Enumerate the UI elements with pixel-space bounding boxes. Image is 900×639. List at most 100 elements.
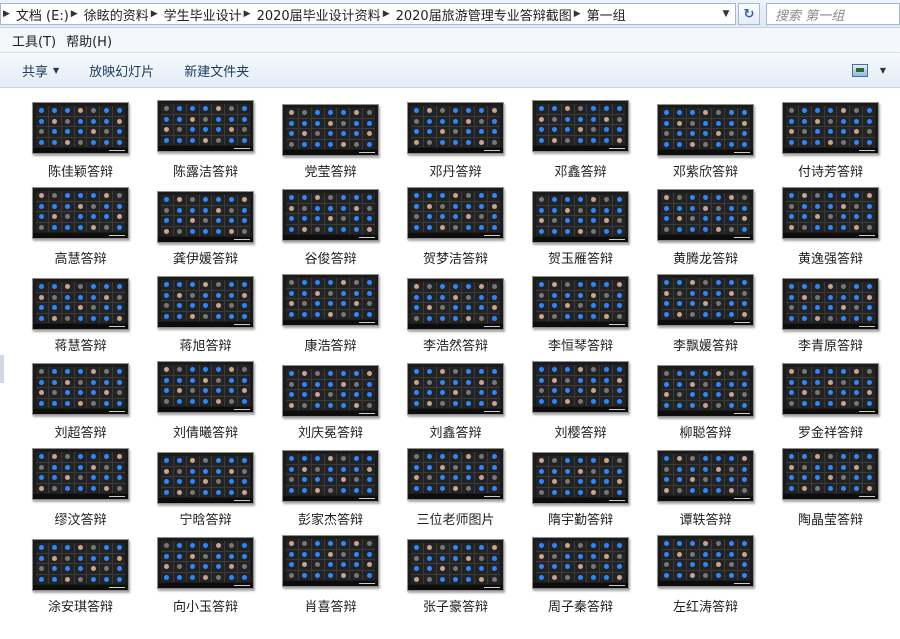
file-item[interactable]: 黄逸强答辩 (768, 184, 893, 271)
file-item[interactable]: 邓紫欣答辩 (643, 97, 768, 184)
image-thumbnail (157, 276, 254, 328)
image-thumbnail (282, 189, 379, 241)
file-item[interactable]: 缪汶答辩 (18, 445, 143, 532)
file-item[interactable]: 张子豪答辩 (393, 532, 518, 619)
file-list-pane[interactable]: 陈佳颖答辩 陈露洁答辩 党莹答辩 邓丹答辩 邓鑫答辩 邓紫欣答辩 付诗芳答辩高慧答辩 龚伊媛答… (0, 89, 900, 639)
change-view-button[interactable]: ▼ (851, 64, 886, 77)
breadcrumb-arrow-icon[interactable]: ▶ (1, 9, 16, 19)
navigation-pane-edge[interactable] (0, 355, 4, 383)
image-thumbnail (532, 537, 629, 589)
file-item[interactable]: 蒋旭答辩 (143, 271, 268, 358)
file-item[interactable]: 宁晗答辩 (143, 445, 268, 532)
image-thumbnail (657, 365, 754, 417)
file-name: 刘庆冕答辩 (297, 426, 363, 441)
file-item[interactable]: 贺梦洁答辩 (393, 184, 518, 271)
address-history-dropdown-icon[interactable]: ▼ (717, 4, 735, 24)
file-item[interactable]: 谭轶答辩 (643, 445, 768, 532)
image-thumbnail (157, 100, 254, 152)
file-item[interactable]: 李飘媛答辩 (643, 271, 768, 358)
file-item[interactable]: 邓鑫答辩 (518, 97, 643, 184)
image-thumbnail (782, 448, 879, 500)
file-item[interactable]: 刘鑫答辩 (393, 358, 518, 445)
breadcrumb-item[interactable]: 徐眩的资料 (84, 5, 149, 24)
file-item[interactable]: 涂安琪答辩 (18, 532, 143, 619)
file-name: 李浩然答辩 (422, 339, 488, 354)
file-item[interactable]: 周子秦答辩 (518, 532, 643, 619)
file-name: 涂安琪答辩 (47, 600, 113, 615)
file-item[interactable]: 柳聪答辩 (643, 358, 768, 445)
file-grid: 陈佳颖答辩 陈露洁答辩 党莹答辩 邓丹答辩 邓鑫答辩 邓紫欣答辩 付诗芳答辩高慧答辩 龚伊媛答… (18, 97, 898, 619)
breadcrumb-item[interactable]: 2020届毕业设计资料 (257, 5, 381, 24)
file-name: 柳聪答辩 (679, 426, 732, 441)
chevron-down-icon: ▼ (879, 66, 886, 75)
file-name: 高慧答辩 (54, 252, 107, 267)
image-thumbnail (532, 191, 629, 243)
file-item[interactable]: 陈露洁答辩 (143, 97, 268, 184)
file-item[interactable]: 党莹答辩 (268, 97, 393, 184)
menu-help[interactable]: 帮助(H) (62, 31, 116, 50)
search-placeholder: 搜索 第一组 (775, 8, 845, 24)
file-item[interactable]: 李恒琴答辩 (518, 271, 643, 358)
image-thumbnail (407, 278, 504, 330)
search-input[interactable]: 搜索 第一组 (766, 3, 900, 25)
file-name: 付诗芳答辩 (797, 165, 863, 180)
image-thumbnail (32, 187, 129, 239)
file-name: 彭家杰答辩 (297, 513, 363, 528)
file-name: 三位老师图片 (416, 513, 495, 528)
file-item[interactable]: 陈佳颖答辩 (18, 97, 143, 184)
share-button[interactable]: 共享 ▼ (22, 61, 59, 80)
file-name: 左红涛答辩 (672, 600, 738, 615)
file-item[interactable]: 肖喜答辩 (268, 532, 393, 619)
file-item[interactable]: 贺玉雁答辩 (518, 184, 643, 271)
file-item[interactable]: 康浩答辩 (268, 271, 393, 358)
file-name: 蒋旭答辩 (179, 339, 232, 354)
file-item[interactable]: 高慧答辩 (18, 184, 143, 271)
breadcrumb-item[interactable]: 2020届旅游管理专业答辩截图 (396, 5, 572, 24)
file-item[interactable]: 李浩然答辩 (393, 271, 518, 358)
file-item[interactable]: 向小玉答辩 (143, 532, 268, 619)
file-item[interactable]: 黄腾龙答辩 (643, 184, 768, 271)
breadcrumb-item[interactable]: 第一组 (587, 5, 626, 24)
breadcrumb-item[interactable]: 学生毕业设计 (164, 5, 242, 24)
file-item[interactable]: 陶晶莹答辩 (768, 445, 893, 532)
file-name: 刘超答辩 (54, 426, 107, 441)
breadcrumb-arrow-icon[interactable]: ▶ (149, 9, 164, 19)
image-thumbnail (157, 361, 254, 413)
file-name: 邓丹答辩 (429, 165, 482, 180)
image-thumbnail (32, 102, 129, 154)
breadcrumb-arrow-icon[interactable]: ▶ (69, 9, 84, 19)
file-item[interactable]: 刘樱答辩 (518, 358, 643, 445)
file-item[interactable]: 三位老师图片 (393, 445, 518, 532)
file-item[interactable]: 邓丹答辩 (393, 97, 518, 184)
file-item[interactable]: 付诗芳答辩 (768, 97, 893, 184)
breadcrumb-arrow-icon[interactable]: ▶ (242, 9, 257, 19)
file-item[interactable]: 龚伊媛答辩 (143, 184, 268, 271)
file-name: 黄腾龙答辩 (672, 252, 738, 267)
image-thumbnail (782, 187, 879, 239)
image-thumbnail (407, 363, 504, 415)
new-folder-button[interactable]: 新建文件夹 (184, 61, 249, 80)
address-bar[interactable]: ▶ 文档 (E:) ▶ 徐眩的资料 ▶ 学生毕业设计 ▶ 2020届毕业设计资料 ▶ 2020届旅… (0, 3, 736, 25)
image-thumbnail (657, 189, 754, 241)
refresh-button[interactable]: ↻ (738, 3, 760, 25)
file-item[interactable]: 刘庆冕答辩 (268, 358, 393, 445)
file-item[interactable]: 刘倩曦答辩 (143, 358, 268, 445)
image-thumbnail (32, 539, 129, 591)
breadcrumb-arrow-icon[interactable]: ▶ (572, 9, 587, 19)
file-item[interactable]: 彭家杰答辩 (268, 445, 393, 532)
file-item[interactable]: 罗金祥答辩 (768, 358, 893, 445)
refresh-icon: ↻ (743, 6, 755, 22)
breadcrumb-item[interactable]: 文档 (E:) (16, 5, 69, 24)
menu-tools[interactable]: 工具(T) (8, 31, 60, 50)
file-name: 贺玉雁答辩 (547, 252, 613, 267)
file-name: 宁晗答辩 (179, 513, 232, 528)
file-item[interactable]: 蒋慧答辩 (18, 271, 143, 358)
image-thumbnail (782, 278, 879, 330)
file-item[interactable]: 隋宇勤答辩 (518, 445, 643, 532)
breadcrumb-arrow-icon[interactable]: ▶ (381, 9, 396, 19)
file-item[interactable]: 左红涛答辩 (643, 532, 768, 619)
file-item[interactable]: 谷俊答辩 (268, 184, 393, 271)
file-item[interactable]: 刘超答辩 (18, 358, 143, 445)
slideshow-button[interactable]: 放映幻灯片 (89, 61, 154, 80)
file-item[interactable]: 李青原答辩 (768, 271, 893, 358)
